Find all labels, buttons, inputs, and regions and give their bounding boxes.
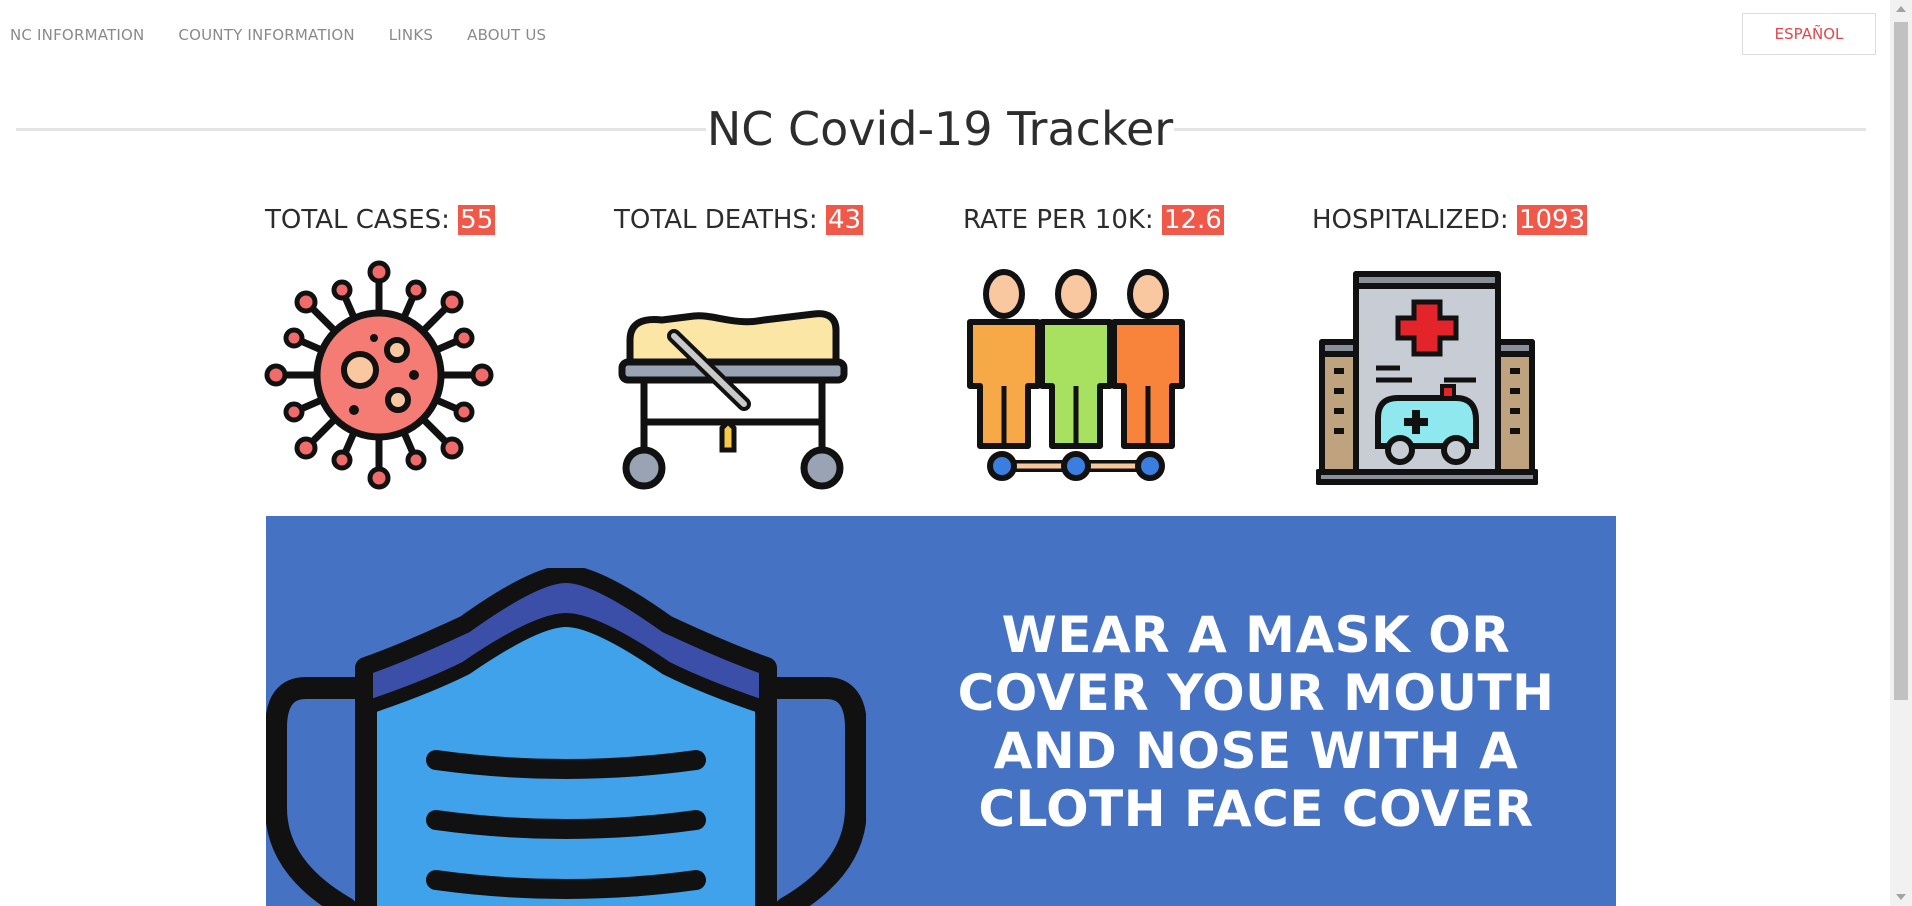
vertical-scrollbar[interactable] — [1890, 0, 1912, 906]
scroll-up-arrow-icon[interactable] — [1896, 6, 1906, 12]
mask-banner: WEAR A MASK OR COVER YOUR MOUTH AND NOSE… — [266, 516, 1616, 906]
title-divider-left — [16, 128, 706, 131]
top-nav: NC INFORMATION COUNTY INFORMATION LINKS … — [0, 0, 1890, 72]
title-row: NC Covid-19 Tracker — [16, 100, 1866, 160]
stat-value: 1093 — [1516, 205, 1588, 235]
banner-message: WEAR A MASK OR COVER YOUR MOUTH AND NOSE… — [946, 606, 1566, 838]
banner-line: WEAR A MASK OR — [1001, 606, 1511, 664]
nav-link-nc-information[interactable]: NC INFORMATION — [10, 26, 144, 44]
nav-link-links[interactable]: LINKS — [389, 26, 433, 44]
page-title: NC Covid-19 Tracker — [706, 102, 1174, 156]
title-divider-right — [1174, 128, 1866, 131]
nav-links: NC INFORMATION COUNTY INFORMATION LINKS … — [10, 26, 546, 44]
stat-label: TOTAL CASES: — [265, 205, 459, 235]
face-mask-icon — [266, 568, 866, 906]
language-button[interactable]: ESPAÑOL — [1742, 13, 1876, 55]
stat-total-cases: TOTAL CASES: 55 — [265, 205, 496, 235]
hospital-icon — [1316, 271, 1538, 485]
stat-label: HOSPITALIZED: — [1312, 205, 1517, 235]
stat-value: 12.6 — [1161, 205, 1224, 235]
nav-link-about-us[interactable]: ABOUT US — [467, 26, 546, 44]
nav-link-county-information[interactable]: COUNTY INFORMATION — [178, 26, 354, 44]
stretcher-icon — [618, 310, 848, 490]
stat-label: TOTAL DEATHS: — [614, 205, 826, 235]
banner-line: CLOTH FACE COVER — [978, 780, 1534, 838]
stat-label: RATE PER 10K: — [963, 205, 1162, 235]
stat-rate-per-10k: RATE PER 10K: 12.6 — [963, 205, 1224, 235]
scroll-down-arrow-icon[interactable] — [1896, 894, 1906, 900]
stat-total-deaths: TOTAL DEATHS: 43 — [614, 205, 864, 235]
scroll-thumb[interactable] — [1894, 22, 1908, 700]
stat-value: 55 — [458, 205, 496, 235]
page: NC INFORMATION COUNTY INFORMATION LINKS … — [0, 0, 1912, 906]
virus-icon — [264, 260, 494, 490]
banner-line: AND NOSE WITH A — [993, 722, 1519, 780]
banner-line: COVER YOUR MOUTH — [957, 664, 1555, 722]
stat-value: 43 — [825, 205, 864, 235]
people-icon — [967, 269, 1185, 481]
stat-hospitalized: HOSPITALIZED: 1093 — [1312, 205, 1588, 235]
